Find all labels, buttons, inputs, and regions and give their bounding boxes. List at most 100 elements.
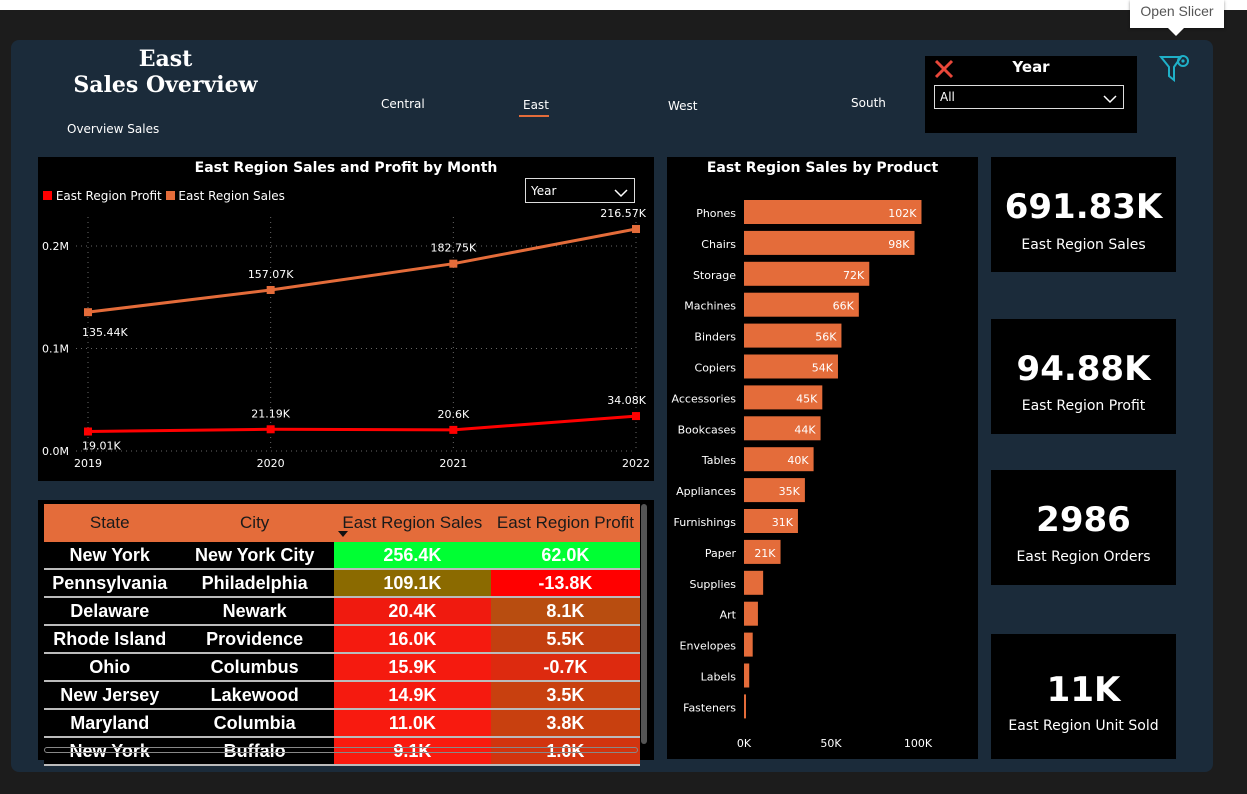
table-row[interactable]: Rhode Island Providence 16.0K 5.5K — [44, 625, 640, 654]
table-body: New York New York City 256.4K 62.0K Pennsylv… — [44, 542, 640, 766]
category-label: Labels — [701, 671, 737, 684]
cell-sales: 16.0K — [333, 625, 491, 654]
cell-city: Columbus — [175, 653, 334, 682]
series-line — [87, 227, 637, 314]
category-label: Envelopes — [680, 640, 737, 653]
cell-sales: 109.1K — [333, 569, 491, 598]
cell-profit: -0.7K — [490, 653, 640, 682]
column-header-profit[interactable]: East Region Profit — [491, 504, 640, 542]
sales-header-label: East Region Sales — [342, 513, 483, 532]
title-line-2: Sales Overview — [73, 72, 258, 98]
cell-sales: 14.9K — [333, 681, 491, 710]
category-label: Art — [720, 609, 737, 622]
open-slicer-tooltip: Open Slicer — [1130, 0, 1224, 28]
kpi-value: 11K — [1046, 670, 1121, 710]
cell-profit: 3.5K — [490, 681, 640, 710]
data-label: 182.75K — [430, 242, 476, 255]
data-point[interactable] — [449, 425, 458, 434]
data-label: 20.6K — [437, 408, 469, 421]
filter-gear-icon[interactable] — [1158, 52, 1193, 86]
cell-city: Philadelphia — [175, 569, 334, 598]
dashboard-canvas: East Sales Overview Overview Sales Centr… — [11, 40, 1213, 772]
cell-sales: 20.4K — [333, 597, 491, 626]
table-row[interactable]: New York New York City 256.4K 62.0K — [44, 542, 640, 570]
kpi-label: East Region Unit Sold — [1008, 718, 1159, 734]
y-tick-label: 0.0M — [42, 445, 69, 458]
series-line — [87, 414, 637, 434]
bar-value-label: 35K — [779, 485, 801, 498]
line-chart-svg: 0.0M 0.1M 0.2M 2019 2020 2021 2022 135.44K 157.0… — [42, 207, 650, 470]
cell-city: New York City — [175, 542, 334, 570]
sort-desc-icon — [337, 522, 348, 542]
bar[interactable] — [744, 570, 764, 595]
bar-value-label: 21K — [754, 547, 776, 560]
year-dropdown[interactable]: All — [934, 85, 1124, 109]
y-tick-label: 0.2M — [42, 240, 69, 253]
nav-south[interactable]: South — [851, 96, 886, 110]
data-label: 21.19K — [251, 407, 290, 420]
category-label: Bookcases — [678, 423, 737, 436]
table-row[interactable]: Delaware Newark 20.4K 8.1K — [44, 597, 640, 626]
bar-value-label: 98K — [888, 238, 910, 251]
year-dropdown-value: All — [940, 90, 955, 104]
category-label: Copiers — [695, 362, 737, 375]
category-label: Binders — [694, 331, 736, 344]
bar[interactable] — [744, 663, 750, 688]
data-point[interactable] — [632, 412, 640, 421]
nav-east-underline — [519, 115, 549, 117]
data-point[interactable] — [266, 425, 275, 434]
x-tick-label: 0K — [737, 737, 752, 750]
kpi-value: 2986 — [1036, 500, 1131, 540]
state-city-table: State City East Region Sales East Region… — [44, 504, 640, 766]
nav-east[interactable]: East — [523, 98, 549, 112]
category-label: Furnishings — [674, 516, 737, 529]
category-label: Phones — [696, 207, 736, 220]
bar-value-label: 56K — [815, 331, 837, 344]
column-header-state[interactable]: State — [44, 504, 175, 542]
column-header-city[interactable]: City — [175, 504, 333, 542]
cell-state: Maryland — [44, 709, 176, 738]
bar-chart-svg: Phones 102K Chairs 98K Storage 72K Machines 66K… — [672, 200, 933, 750]
table-row[interactable]: Ohio Columbus 15.9K -0.7K — [44, 653, 640, 682]
state-city-table-panel: State City East Region Sales East Region… — [38, 500, 654, 766]
x-tick-label: 2022 — [622, 457, 650, 470]
data-point[interactable] — [632, 225, 640, 234]
y-tick-label: 0.1M — [42, 343, 69, 356]
tooltip-text: Open Slicer — [1140, 3, 1214, 19]
nav-west[interactable]: West — [668, 99, 698, 113]
kpi-card-sales: 691.83K East Region Sales — [991, 157, 1176, 272]
cell-city: Providence — [175, 625, 334, 654]
bar-chart-panel: East Region Sales by Product Phones 102K C… — [667, 157, 978, 759]
year-slicer: Year All — [925, 56, 1137, 133]
category-label: Appliances — [676, 485, 736, 498]
data-label: 135.44K — [82, 326, 128, 339]
x-tick-label: 50K — [820, 737, 842, 750]
category-label: Storage — [693, 269, 736, 282]
overview-sales-link[interactable]: Overview Sales — [67, 122, 159, 136]
bar[interactable] — [744, 601, 758, 626]
kpi-value: 94.88K — [1016, 349, 1151, 389]
cell-city: Newark — [175, 597, 334, 626]
chevron-down-icon — [1103, 90, 1117, 109]
bar[interactable] — [744, 694, 746, 719]
table-row[interactable]: Pennsylvania Philadelphia 109.1K -13.8K — [44, 569, 640, 598]
cell-state: Ohio — [44, 653, 176, 682]
vertical-scrollbar[interactable] — [641, 504, 647, 744]
data-point[interactable] — [449, 259, 458, 268]
bar-value-label: 66K — [833, 300, 855, 313]
data-point[interactable] — [266, 286, 275, 295]
column-header-sales[interactable]: East Region Sales — [334, 504, 491, 542]
nav-central[interactable]: Central — [381, 97, 425, 111]
kpi-value: 691.83K — [1004, 187, 1163, 227]
cell-profit: 3.8K — [490, 709, 640, 738]
bar[interactable] — [744, 632, 753, 657]
horizontal-scrollbar[interactable] — [44, 747, 638, 753]
category-label: Supplies — [689, 578, 736, 591]
data-point[interactable] — [84, 427, 92, 436]
bar-value-label: 44K — [794, 423, 816, 436]
kpi-label: East Region Sales — [1021, 237, 1146, 253]
category-label: Chairs — [701, 238, 736, 251]
data-point[interactable] — [84, 308, 92, 317]
table-row[interactable]: New Jersey Lakewood 14.9K 3.5K — [44, 681, 640, 710]
table-row[interactable]: Maryland Columbia 11.0K 3.8K — [44, 709, 640, 738]
